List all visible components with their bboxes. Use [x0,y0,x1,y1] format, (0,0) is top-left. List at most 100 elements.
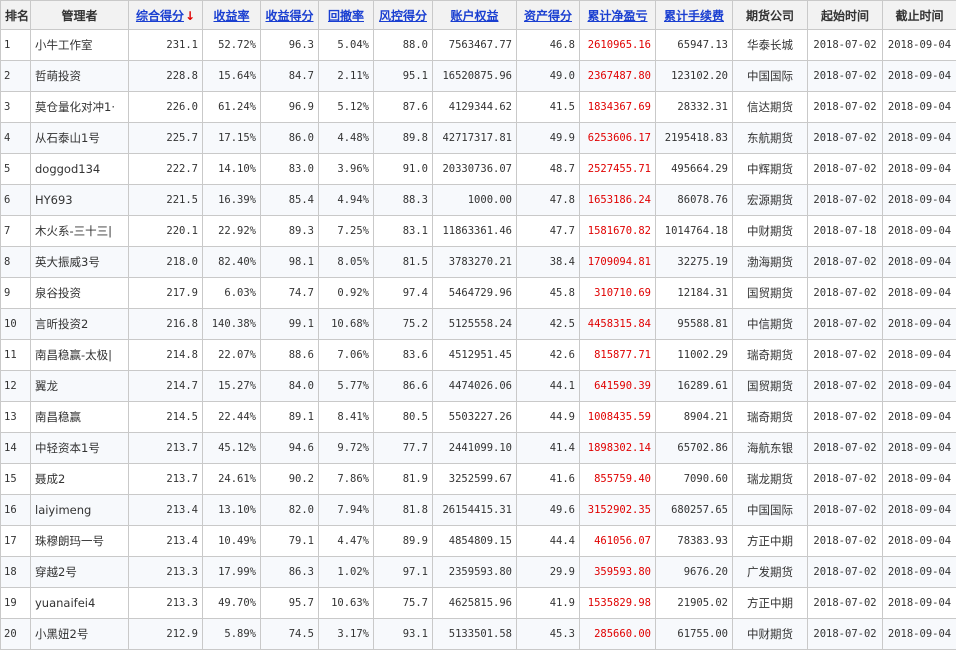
asset-score-cell: 42.5 [517,309,580,340]
header-return-rate[interactable]: 收益率 [203,1,261,30]
broker-cell: 宏源期货 [733,185,808,216]
broker-cell: 渤海期货 [733,247,808,278]
broker-cell: 信达期货 [733,92,808,123]
header-risk-score[interactable]: 风控得分 [374,1,433,30]
fees-cell: 11002.29 [656,340,733,371]
fees-cell: 495664.29 [656,154,733,185]
header-asset-score[interactable]: 资产得分 [517,1,580,30]
header-equity[interactable]: 账户权益 [433,1,517,30]
rank-cell: 5 [1,154,31,185]
return-rate-cell: 22.44% [203,402,261,433]
manager-cell: 翼龙 [31,371,129,402]
manager-cell: 木火系-三十三| [31,216,129,247]
manager-cell: 南昌稳赢 [31,402,129,433]
start-date-cell: 2018-07-02 [808,309,883,340]
table-row: 9泉谷投资217.96.03%74.70.92%97.45464729.9645… [1,278,956,309]
broker-cell: 广发期货 [733,557,808,588]
net-pnl-cell: 2610965.16 [580,30,656,61]
net-pnl-cell: 359593.80 [580,557,656,588]
return-rate-cell: 15.27% [203,371,261,402]
drawdown-cell: 10.63% [319,588,374,619]
manager-cell: 泉谷投资 [31,278,129,309]
fees-cell: 7090.60 [656,464,733,495]
asset-score-cell: 47.7 [517,216,580,247]
drawdown-cell: 4.94% [319,185,374,216]
net-pnl-cell: 1535829.98 [580,588,656,619]
header-return-score[interactable]: 收益得分 [261,1,319,30]
composite-score-cell: 228.8 [129,61,203,92]
table-row: 10言昕投资2216.8140.38%99.110.68%75.25125558… [1,309,956,340]
manager-cell: 从石泰山1号 [31,123,129,154]
end-date-cell: 2018-09-04 [883,371,956,402]
header-fees[interactable]: 累计手续费 [656,1,733,30]
fees-cell: 21905.02 [656,588,733,619]
header-composite-score[interactable]: 综合得分↓ [129,1,203,30]
rank-cell: 10 [1,309,31,340]
end-date-cell: 2018-09-04 [883,216,956,247]
start-date-cell: 2018-07-18 [808,216,883,247]
asset-score-cell: 45.8 [517,278,580,309]
broker-cell: 国贸期货 [733,278,808,309]
manager-cell: 穿越2号 [31,557,129,588]
manager-cell: 英大振威3号 [31,247,129,278]
asset-score-cell: 29.9 [517,557,580,588]
fees-cell: 65947.13 [656,30,733,61]
composite-score-cell: 214.7 [129,371,203,402]
rank-cell: 7 [1,216,31,247]
end-date-cell: 2018-09-04 [883,61,956,92]
return-rate-cell: 16.39% [203,185,261,216]
sort-down-icon: ↓ [185,9,195,23]
return-rate-cell: 10.49% [203,526,261,557]
drawdown-cell: 8.41% [319,402,374,433]
risk-score-cell: 97.4 [374,278,433,309]
header-rank: 排名 [1,1,31,30]
start-date-cell: 2018-07-02 [808,340,883,371]
rank-cell: 15 [1,464,31,495]
risk-score-cell: 81.5 [374,247,433,278]
return-rate-cell: 140.38% [203,309,261,340]
table-row: 4从石泰山1号225.717.15%86.04.48%89.842717317.… [1,123,956,154]
manager-cell: 言昕投资2 [31,309,129,340]
manager-cell: 莫仓量化对冲1· [31,92,129,123]
header-start-date: 起始时间 [808,1,883,30]
end-date-cell: 2018-09-04 [883,433,956,464]
rank-cell: 17 [1,526,31,557]
asset-score-cell: 47.8 [517,185,580,216]
equity-cell: 4854809.15 [433,526,517,557]
rank-cell: 14 [1,433,31,464]
net-pnl-cell: 1581670.82 [580,216,656,247]
end-date-cell: 2018-09-04 [883,154,956,185]
drawdown-cell: 8.05% [319,247,374,278]
manager-cell: 珠穆朗玛一号 [31,526,129,557]
equity-cell: 26154415.31 [433,495,517,526]
fees-cell: 95588.81 [656,309,733,340]
table-row: 12翼龙214.715.27%84.05.77%86.64474026.0644… [1,371,956,402]
asset-score-cell: 49.0 [517,61,580,92]
rank-cell: 6 [1,185,31,216]
equity-cell: 11863361.46 [433,216,517,247]
return-score-cell: 98.1 [261,247,319,278]
header-manager: 管理者 [31,1,129,30]
composite-score-cell: 231.1 [129,30,203,61]
risk-score-cell: 80.5 [374,402,433,433]
equity-cell: 2359593.80 [433,557,517,588]
start-date-cell: 2018-07-02 [808,526,883,557]
risk-score-cell: 75.2 [374,309,433,340]
header-net-pnl[interactable]: 累计净盈亏 [580,1,656,30]
drawdown-cell: 7.06% [319,340,374,371]
drawdown-cell: 1.02% [319,557,374,588]
header-drawdown[interactable]: 回撤率 [319,1,374,30]
net-pnl-cell: 641590.39 [580,371,656,402]
rank-cell: 9 [1,278,31,309]
table-row: 8英大振威3号218.082.40%98.18.05%81.53783270.2… [1,247,956,278]
equity-cell: 3783270.21 [433,247,517,278]
return-rate-cell: 13.10% [203,495,261,526]
end-date-cell: 2018-09-04 [883,340,956,371]
rank-cell: 2 [1,61,31,92]
return-score-cell: 89.1 [261,402,319,433]
broker-cell: 华泰长城 [733,30,808,61]
asset-score-cell: 41.5 [517,92,580,123]
composite-score-cell: 220.1 [129,216,203,247]
ranking-table: 排名 管理者 综合得分↓ 收益率 收益得分 回撤率 风控得分 账户权益 资产得分… [0,0,956,650]
asset-score-cell: 49.6 [517,495,580,526]
